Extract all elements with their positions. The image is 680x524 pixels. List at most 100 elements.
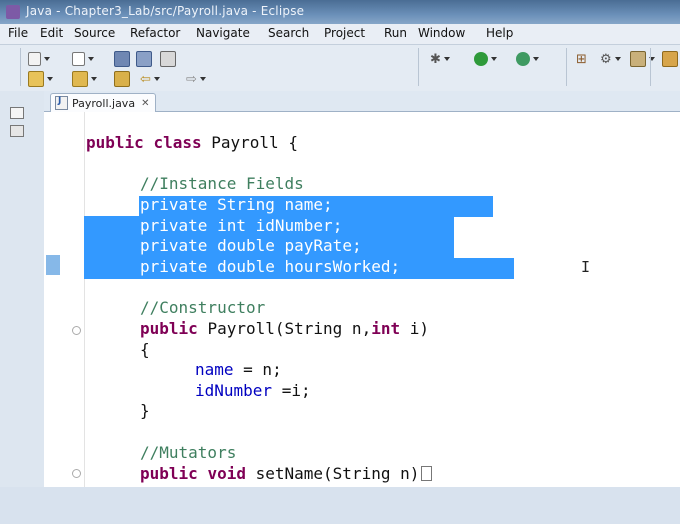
code-line: public class Payroll { bbox=[86, 133, 298, 154]
code-line: name = n; bbox=[195, 360, 282, 381]
keyword: public bbox=[86, 133, 144, 152]
code-line: private String name; bbox=[140, 195, 333, 216]
field-name: name bbox=[195, 360, 234, 379]
last-edit-button[interactable] bbox=[114, 71, 130, 87]
menu-bar: File Edit Source Refactor Navigate Searc… bbox=[0, 24, 680, 45]
chevron-down-icon bbox=[614, 57, 621, 61]
menu-refactor[interactable]: Refactor bbox=[130, 26, 180, 40]
chevron-down-icon bbox=[199, 77, 206, 81]
menu-run[interactable]: Run bbox=[384, 26, 407, 40]
assignment: = n; bbox=[233, 360, 282, 379]
class-name: Payroll { bbox=[211, 133, 298, 152]
java-perspective-icon bbox=[662, 51, 678, 67]
chevron-down-icon bbox=[443, 57, 450, 61]
method-param: i) bbox=[409, 319, 430, 338]
menu-window[interactable]: Window bbox=[418, 26, 465, 40]
field-name: name; bbox=[284, 195, 333, 214]
print-icon bbox=[160, 51, 176, 67]
keyword: private bbox=[140, 257, 208, 276]
keyword: class bbox=[153, 133, 202, 152]
brace: { bbox=[140, 340, 150, 359]
text-cursor-icon: I bbox=[581, 258, 591, 276]
package-explorer-icon[interactable] bbox=[10, 125, 24, 137]
eclipse-icon bbox=[6, 5, 20, 19]
next-annotation-icon bbox=[28, 71, 44, 87]
save-all-button[interactable] bbox=[136, 51, 152, 67]
back-button[interactable]: ⇦ bbox=[140, 71, 160, 87]
keyword: private bbox=[140, 236, 208, 255]
toolbar-separator bbox=[650, 48, 651, 86]
code-line: { bbox=[140, 340, 150, 361]
code-comment: //Instance Fields bbox=[140, 174, 304, 193]
keyword: private bbox=[140, 216, 208, 235]
save-button[interactable] bbox=[114, 51, 130, 67]
menu-search[interactable]: Search bbox=[268, 26, 309, 40]
run-button[interactable] bbox=[474, 51, 497, 67]
toolbar-separator bbox=[418, 48, 419, 86]
external-tools-button[interactable] bbox=[516, 51, 539, 67]
save-all-icon bbox=[136, 51, 152, 67]
restore-view-icon[interactable] bbox=[10, 107, 24, 119]
source-code: public class Payroll { //Instance Fields… bbox=[44, 112, 433, 524]
editor-tab[interactable]: Payroll.java ✕ bbox=[50, 93, 157, 112]
brace: } bbox=[140, 401, 150, 420]
print-button[interactable] bbox=[160, 51, 176, 67]
menu-source[interactable]: Source bbox=[74, 26, 115, 40]
field-name: idNumber; bbox=[255, 216, 343, 235]
chevron-down-icon bbox=[88, 57, 94, 61]
minimized-views-strip bbox=[0, 91, 45, 487]
new-package-button[interactable]: ⊞ bbox=[576, 51, 587, 67]
new-wizard-button[interactable] bbox=[28, 51, 50, 67]
chevron-down-icon bbox=[47, 77, 53, 81]
code-editor[interactable]: public class Payroll { //Instance Fields… bbox=[44, 112, 680, 487]
menu-project[interactable]: Project bbox=[324, 26, 365, 40]
code-line: //Constructor bbox=[140, 298, 265, 319]
chevron-down-icon bbox=[533, 57, 539, 61]
new-file-button[interactable] bbox=[72, 51, 94, 67]
prev-annotation-icon bbox=[72, 71, 88, 87]
keyword: int bbox=[217, 216, 246, 235]
open-perspective-button[interactable] bbox=[630, 51, 655, 67]
menu-file[interactable]: File bbox=[8, 26, 28, 40]
field-name: hoursWorked; bbox=[284, 257, 401, 276]
window-title: Java - Chapter3_Lab/src/Payroll.java - E… bbox=[26, 4, 305, 18]
open-perspective-icon bbox=[630, 51, 646, 67]
menu-help[interactable]: Help bbox=[486, 26, 513, 40]
new-wizard-icon bbox=[28, 52, 41, 66]
code-comment: //Constructor bbox=[140, 298, 266, 317]
forward-button[interactable]: ⇨ bbox=[186, 71, 206, 87]
type-name: String bbox=[217, 195, 275, 214]
code-line: private double payRate; bbox=[140, 236, 362, 257]
keyword: double bbox=[217, 257, 275, 276]
window-titlebar: Java - Chapter3_Lab/src/Payroll.java - E… bbox=[0, 0, 680, 24]
assignment: =i; bbox=[272, 381, 311, 400]
open-type-button[interactable]: ⚙ bbox=[600, 51, 621, 67]
keyword: public bbox=[140, 319, 198, 338]
toolbar-separator bbox=[20, 48, 21, 86]
menu-navigate[interactable]: Navigate bbox=[196, 26, 250, 40]
perspective-switch[interactable] bbox=[662, 51, 678, 67]
keyword: int bbox=[371, 319, 401, 338]
chevron-down-icon bbox=[44, 57, 50, 61]
code-line: public void setName(String n) bbox=[140, 464, 433, 485]
save-icon bbox=[114, 51, 130, 67]
chevron-down-icon bbox=[491, 57, 497, 61]
keyword: public bbox=[140, 464, 198, 483]
code-line: private int idNumber; bbox=[140, 216, 342, 237]
keyword: double bbox=[217, 236, 275, 255]
field-name: idNumber bbox=[195, 381, 273, 400]
overview-ruler-marker bbox=[46, 255, 60, 275]
prev-annotation-button[interactable] bbox=[72, 71, 97, 87]
back-icon: ⇦ bbox=[140, 71, 151, 87]
run-icon bbox=[474, 52, 488, 66]
method-signature: setName(String n) bbox=[255, 464, 420, 483]
close-icon[interactable]: ✕ bbox=[141, 98, 149, 109]
debug-button[interactable]: ✱ bbox=[430, 51, 450, 67]
method-signature: Payroll(String n, bbox=[207, 319, 372, 338]
keyword: void bbox=[207, 464, 246, 483]
toolbar-separator bbox=[566, 48, 567, 86]
next-annotation-button[interactable] bbox=[28, 71, 53, 87]
code-line: public Payroll(String n,int i) bbox=[140, 319, 429, 340]
folded-body-icon[interactable] bbox=[421, 466, 433, 481]
menu-edit[interactable]: Edit bbox=[40, 26, 63, 40]
